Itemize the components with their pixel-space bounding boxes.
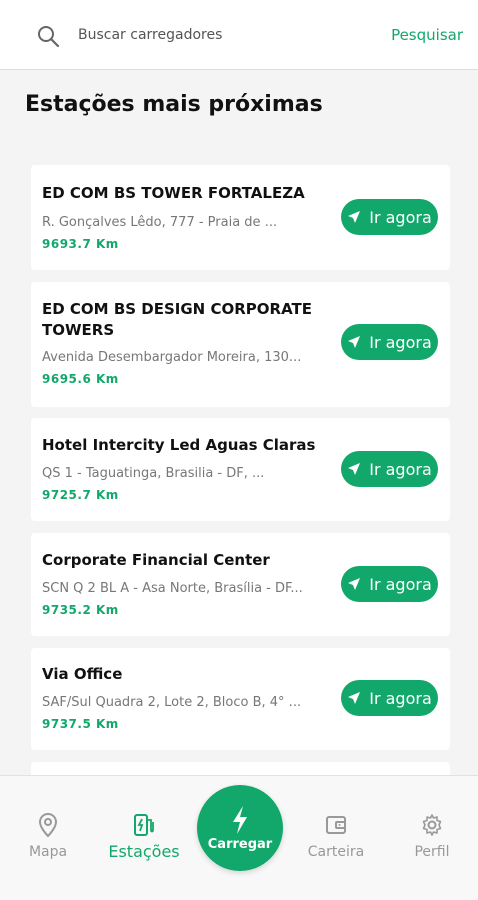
go-now-label: Ir agora bbox=[369, 332, 432, 352]
go-now-label: Ir agora bbox=[369, 574, 432, 594]
nav-label-wallet: Carteira bbox=[307, 844, 365, 860]
go-now-button[interactable]: Ir agora bbox=[341, 680, 438, 716]
search-icon bbox=[38, 26, 60, 48]
nav-item-map[interactable]: Mapa bbox=[8, 812, 88, 860]
go-now-label: Ir agora bbox=[369, 459, 432, 479]
station-distance: 9695.6 Km bbox=[42, 372, 119, 386]
station-address: SAF/Sul Quadra 2, Lote 2, Bloco B, 4° ..… bbox=[42, 695, 302, 710]
section-title: Estações mais próximas bbox=[25, 92, 323, 117]
search-bar: Pesquisar bbox=[0, 0, 478, 70]
lightning-icon bbox=[233, 805, 247, 834]
nav-label-profile: Perfil bbox=[414, 844, 450, 860]
nav-label-map: Mapa bbox=[28, 844, 68, 860]
station-address: QS 1 - Taguatinga, Brasilia - DF, ... bbox=[42, 466, 265, 481]
station-name: Via Office bbox=[42, 665, 123, 683]
go-now-label: Ir agora bbox=[369, 207, 432, 227]
nav-item-stations[interactable]: Estações bbox=[104, 812, 184, 861]
go-now-button[interactable]: Ir agora bbox=[341, 324, 438, 360]
station-distance: 9693.7 Km bbox=[42, 237, 119, 251]
nav-item-profile[interactable]: Perfil bbox=[392, 812, 472, 860]
station-card[interactable]: Corporate Financial Center SCN Q 2 BL A … bbox=[31, 533, 450, 636]
charge-button[interactable]: Carregar bbox=[197, 785, 283, 871]
station-distance: 9737.5 Km bbox=[42, 717, 119, 731]
wallet-icon bbox=[326, 816, 346, 834]
station-address: R. Gonçalves Lêdo, 777 - Praia de ... bbox=[42, 215, 278, 230]
navigation-arrow-icon bbox=[348, 336, 361, 348]
station-address: SCN Q 2 BL A - Asa Norte, Brasília - DF.… bbox=[42, 581, 303, 596]
station-name: ED COM BS DESIGN CORPORATE TOWERS bbox=[42, 300, 312, 339]
station-name: ED COM BS TOWER FORTALEZA bbox=[42, 184, 305, 202]
navigation-arrow-icon bbox=[348, 463, 361, 475]
navigation-arrow-icon bbox=[348, 211, 361, 223]
search-input[interactable] bbox=[78, 22, 368, 48]
station-card[interactable]: ED COM BS DESIGN CORPORATE TOWERS Avenid… bbox=[31, 282, 450, 407]
charging-station-icon bbox=[134, 814, 154, 836]
nav-label-stations: Estações bbox=[108, 842, 180, 861]
navigation-arrow-icon bbox=[348, 578, 361, 590]
navigation-arrow-icon bbox=[348, 692, 361, 704]
go-now-button[interactable]: Ir agora bbox=[341, 566, 438, 602]
station-card[interactable]: Via Office SAF/Sul Quadra 2, Lote 2, Blo… bbox=[31, 648, 450, 750]
gear-icon bbox=[422, 814, 442, 836]
station-card[interactable]: Hotel Intercity Led Aguas Claras QS 1 - … bbox=[31, 418, 450, 521]
station-name: Corporate Financial Center bbox=[42, 551, 270, 569]
station-distance: 9735.2 Km bbox=[42, 603, 119, 617]
charge-button-label: Carregar bbox=[207, 836, 273, 852]
go-now-button[interactable]: Ir agora bbox=[341, 199, 438, 235]
nav-item-wallet[interactable]: Carteira bbox=[296, 812, 376, 860]
search-button[interactable]: Pesquisar bbox=[391, 26, 463, 44]
go-now-button[interactable]: Ir agora bbox=[341, 451, 438, 487]
station-distance: 9725.7 Km bbox=[42, 488, 119, 502]
station-address: Avenida Desembargador Moreira, 130... bbox=[42, 350, 302, 365]
map-pin-icon bbox=[38, 812, 58, 838]
go-now-label: Ir agora bbox=[369, 688, 432, 708]
station-card[interactable]: ED COM BS TOWER FORTALEZA R. Gonçalves L… bbox=[31, 165, 450, 270]
station-name: Hotel Intercity Led Aguas Claras bbox=[42, 436, 316, 454]
